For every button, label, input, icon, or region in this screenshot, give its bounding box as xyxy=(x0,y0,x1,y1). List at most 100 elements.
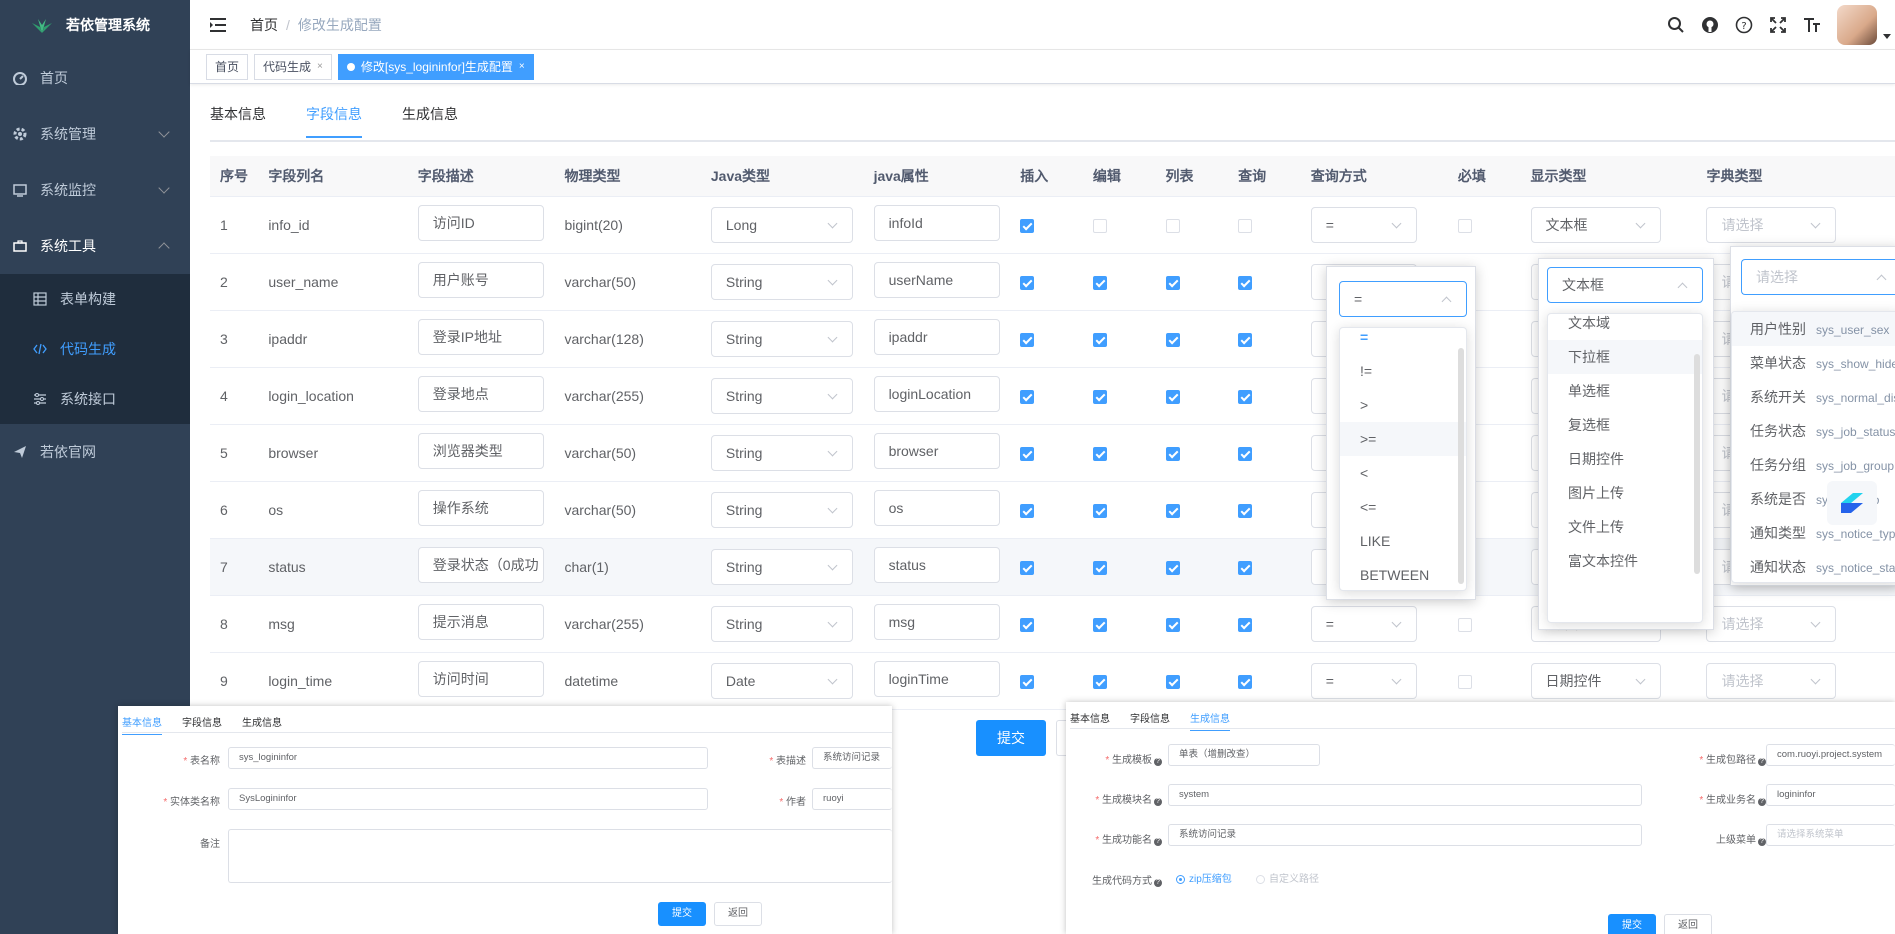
insert-checkbox[interactable] xyxy=(1020,332,1035,347)
column-desc-input[interactable]: 用户账号 xyxy=(417,262,544,298)
show-type-select-open[interactable]: 文本框 xyxy=(1547,267,1703,303)
edit-checkbox[interactable] xyxy=(1092,332,1107,347)
required-checkbox[interactable] xyxy=(1457,674,1472,689)
help-icon[interactable]: ? xyxy=(1758,758,1766,766)
edit-checkbox[interactable] xyxy=(1092,446,1107,461)
insert-checkbox[interactable] xyxy=(1020,389,1035,404)
required-checkbox[interactable] xyxy=(1457,218,1472,233)
help-icon[interactable]: ? xyxy=(1758,838,1766,846)
query-checkbox[interactable] xyxy=(1238,389,1253,404)
java-field-input[interactable]: ipaddr xyxy=(873,319,1000,355)
java-field-input[interactable]: os xyxy=(873,490,1000,526)
dropdown-option[interactable]: 菜单状态 sys_show_hide xyxy=(1732,346,1895,380)
dropdown-option[interactable]: LIKE xyxy=(1340,524,1466,558)
table-desc-input[interactable]: 系统访问记录 xyxy=(812,747,892,769)
java-type-select[interactable]: String xyxy=(710,548,853,585)
java-type-select[interactable]: String xyxy=(710,605,853,642)
tab-basic-info[interactable]: 基本信息 xyxy=(210,104,266,138)
dropdown-option[interactable]: 系统开关 sys_normal_disable xyxy=(1732,380,1895,414)
help-icon[interactable]: ? xyxy=(1758,798,1766,806)
column-desc-input[interactable]: 登录状态（0成功 xyxy=(417,547,544,583)
query-checkbox[interactable] xyxy=(1238,560,1253,575)
dropdown-option[interactable]: 任务状态 sys_job_status xyxy=(1732,414,1895,448)
table-name-input[interactable]: sys_logininfor xyxy=(228,747,708,769)
java-field-input[interactable]: loginLocation xyxy=(873,376,1000,412)
app-logo[interactable]: 若依管理系统 xyxy=(0,0,190,50)
dropdown-option[interactable]: > xyxy=(1340,388,1466,422)
close-icon[interactable]: × xyxy=(317,55,323,79)
column-desc-input[interactable]: 提示消息 xyxy=(417,604,544,640)
github-icon[interactable] xyxy=(1693,16,1727,34)
tag-home[interactable]: 首页 xyxy=(206,53,249,80)
dropdown-option[interactable]: 文件上传 xyxy=(1548,510,1702,544)
java-type-select[interactable]: Date xyxy=(710,662,853,699)
help-icon[interactable]: ? xyxy=(1154,838,1162,846)
dict-type-select[interactable]: 请选择 xyxy=(1706,662,1837,699)
query-checkbox[interactable] xyxy=(1238,275,1253,290)
insert-checkbox[interactable] xyxy=(1020,503,1035,518)
template-select[interactable]: 单表（增删改查） xyxy=(1168,744,1320,766)
tab-field-info[interactable]: 字段信息 xyxy=(306,104,362,138)
parent-menu-select[interactable]: 请选择系统菜单 xyxy=(1766,824,1895,846)
search-icon[interactable] xyxy=(1659,16,1693,34)
column-desc-input[interactable]: 操作系统 xyxy=(417,490,544,526)
list-checkbox[interactable] xyxy=(1165,389,1180,404)
list-checkbox[interactable] xyxy=(1165,674,1180,689)
edit-checkbox[interactable] xyxy=(1092,503,1107,518)
query-checkbox[interactable] xyxy=(1238,332,1253,347)
column-desc-input[interactable]: 访问ID xyxy=(417,205,544,241)
dict-select-open[interactable]: 请选择 xyxy=(1741,259,1895,295)
module-input[interactable]: system xyxy=(1168,784,1642,806)
query-checkbox[interactable] xyxy=(1238,503,1253,518)
column-desc-input[interactable]: 登录地点 xyxy=(417,376,544,412)
submit-button[interactable]: 提交 xyxy=(1608,914,1656,934)
sidebar-item-code-gen[interactable]: 代码生成 xyxy=(0,324,190,374)
sidebar-item-form-builder[interactable]: 表单构建 xyxy=(0,274,190,324)
query-select-open[interactable]: = xyxy=(1339,281,1467,317)
java-field-input[interactable]: status xyxy=(873,547,1000,583)
java-type-select[interactable]: Long xyxy=(710,206,853,243)
dropdown-option[interactable]: 富文本控件 xyxy=(1548,544,1702,578)
sidebar-item-api[interactable]: 系统接口 xyxy=(0,374,190,424)
list-checkbox[interactable] xyxy=(1165,560,1180,575)
sidebar-item-home[interactable]: 首页 xyxy=(0,50,190,106)
breadcrumb-home[interactable]: 首页 xyxy=(250,17,278,33)
column-desc-input[interactable]: 访问时间 xyxy=(417,661,544,697)
tab-gen-info[interactable]: 生成信息 xyxy=(402,104,458,138)
dropdown-scrollbar[interactable] xyxy=(1694,354,1700,574)
business-input[interactable]: logininfor xyxy=(1766,784,1895,806)
dropdown-option[interactable]: <= xyxy=(1340,490,1466,524)
remark-textarea[interactable] xyxy=(228,829,892,883)
gen-type-zip-radio[interactable]: zip压缩包 xyxy=(1176,870,1232,885)
gen-type-custom-radio[interactable]: 自定义路径 xyxy=(1256,870,1319,885)
dropdown-option[interactable]: 单选框 xyxy=(1548,374,1702,408)
java-field-input[interactable]: browser xyxy=(873,433,1000,469)
query-checkbox[interactable] xyxy=(1238,617,1253,632)
dict-type-select[interactable]: 请选择 xyxy=(1706,605,1837,642)
insert-checkbox[interactable] xyxy=(1020,617,1035,632)
dropdown-option[interactable]: < xyxy=(1340,456,1466,490)
help-icon[interactable]: ? xyxy=(1154,798,1162,806)
java-type-select[interactable]: String xyxy=(710,320,853,357)
sidebar-item-tools[interactable]: 系统工具 xyxy=(0,218,190,274)
dict-type-select[interactable]: 请选择 xyxy=(1706,206,1837,243)
java-type-select[interactable]: String xyxy=(710,263,853,300)
caret-down-icon[interactable] xyxy=(1883,33,1891,39)
html-type-select[interactable]: 文本框 xyxy=(1530,206,1661,243)
avatar[interactable] xyxy=(1837,5,1877,45)
insert-checkbox[interactable] xyxy=(1020,275,1035,290)
html-type-select[interactable]: 日期控件 xyxy=(1530,662,1661,699)
java-field-input[interactable]: msg xyxy=(873,604,1000,640)
column-desc-input[interactable]: 登录IP地址 xyxy=(417,319,544,355)
java-type-select[interactable]: String xyxy=(710,377,853,414)
query-checkbox[interactable] xyxy=(1238,674,1253,689)
fullscreen-icon[interactable] xyxy=(1761,17,1795,33)
dropdown-option[interactable]: 图片上传 xyxy=(1548,476,1702,510)
query-type-select[interactable]: = xyxy=(1310,206,1417,243)
query-checkbox[interactable] xyxy=(1238,218,1253,233)
query-type-select[interactable]: = xyxy=(1310,605,1417,642)
sidebar-item-website[interactable]: 若依官网 xyxy=(0,424,190,480)
dropdown-option[interactable]: 通知状态 sys_notice_status xyxy=(1732,550,1895,582)
edit-checkbox[interactable] xyxy=(1092,560,1107,575)
back-button[interactable]: 返回 xyxy=(714,902,762,926)
